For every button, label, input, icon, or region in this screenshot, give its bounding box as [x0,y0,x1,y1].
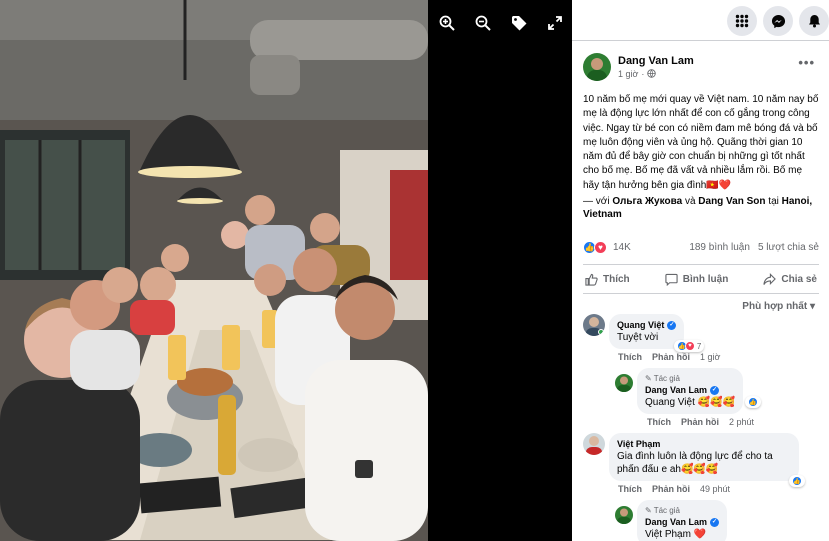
author-tag: Tác giả [653,374,680,384]
comment-reactions[interactable]: 👍 ♥ 7 [673,340,705,353]
post-text: 10 năm bố mẹ mới quay về Việt nam. 10 nă… [583,94,819,191]
shares-count[interactable]: 5 lượt chia sẻ [758,242,819,253]
reply-bubble: ✎ Tác giả Dang Van Lam ✓ Việt Phạm ❤️ [637,500,728,541]
fullscreen-icon[interactable] [544,12,566,34]
menu-grid-icon[interactable] [727,6,757,36]
reply-meta: Thích Phản hồi 2 phút [647,417,819,427]
comment-label: Bình luận [682,273,729,285]
author-reply-avatar[interactable] [615,506,633,525]
comment-icon [665,273,678,286]
with-and: và [684,196,696,208]
verified-icon: ✓ [667,320,677,330]
chevron-down-icon: ▾ [809,301,815,313]
post-header: Dang Van Lam 1 giờ · ••• [583,51,819,83]
comment-time[interactable]: 1 giờ [700,352,720,362]
love-reaction-icon: ♥ [684,341,695,352]
comment-meta: Thích Phản hồi 49 phút [618,484,819,494]
post-tagged: — với Ольга Жукова và Dang Van Son tại H… [583,195,819,221]
share-icon [763,272,777,285]
with-prefix: — với [583,196,610,208]
like-button[interactable]: Thích [585,273,630,286]
more-options-icon[interactable]: ••• [798,55,815,70]
group-dinner-photo [0,0,428,541]
verified-icon: ✓ [710,517,720,527]
comment-text: Tuyệt vời [617,332,659,344]
reply-text: Quang Việt 🥰🥰🥰 [645,397,735,409]
comment-like-button[interactable]: Thích [618,484,642,494]
post-actions: Thích Bình luận Chia sẻ [583,264,819,295]
verified-icon: ✓ [710,385,720,395]
sort-dropdown[interactable]: Phù hợp nhất ▾ [583,301,819,312]
comment-like-button[interactable]: Thích [618,352,642,362]
top-bar [572,0,829,40]
reply-time[interactable]: 2 phút [729,417,754,427]
zoom-out-icon[interactable] [472,12,494,34]
pencil-icon: ✎ [645,506,652,516]
author-name[interactable]: Dang Van Lam [618,55,694,68]
share-button[interactable]: Chia sẻ [763,272,817,286]
post-stats: 👍 ♥ 14K 189 bình luận 5 lượt chia sẻ [583,239,819,255]
sort-label: Phù hợp nhất [742,301,808,313]
with-at: tại [768,196,779,208]
tagged-person-2[interactable]: Dang Van Son [698,196,765,207]
comment-reactions[interactable]: 👍 [789,475,805,488]
comment-reply-button[interactable]: Phản hồi [652,484,690,494]
author-tag: Tác giả [653,506,680,516]
like-reaction-icon: 👍 [748,397,758,408]
reactions-summary[interactable]: 👍 ♥ 14K [583,240,631,254]
comments-count[interactable]: 189 bình luận [689,242,750,253]
commenter-name[interactable]: Quang Việt [617,319,664,331]
reply-like-button[interactable]: Thích [647,417,671,427]
tagged-person-1[interactable]: Ольга Жукова [612,196,682,207]
zoom-in-icon[interactable] [436,12,458,34]
reply-comment: ✎ Tác giả Dang Van Lam ✓ Việt Phạm ❤️ [615,500,819,541]
reply-author-name[interactable]: Dang Van Lam [645,516,707,528]
like-label: Thích [603,273,630,285]
share-label: Chia sẻ [781,273,817,285]
messenger-icon[interactable] [763,6,793,36]
photo-viewer [0,0,572,541]
globe-icon [647,69,657,78]
pencil-icon: ✎ [645,374,652,384]
thumbs-up-icon [585,273,598,286]
author-avatar[interactable] [583,53,611,81]
reply-bubble: ✎ Tác giả Dang Van Lam ✓ Quang Việt 🥰🥰🥰 … [637,368,761,415]
comment-bubble: Quang Việt ✓ Tuyệt vời 👍 ♥ 7 [609,314,705,353]
comment-reaction-count: 7 [696,341,702,351]
love-reaction-icon: ♥ [594,240,607,254]
comment-meta: Thích Phản hồi 1 giờ [618,352,819,362]
comment-time[interactable]: 49 phút [700,484,730,494]
tag-icon[interactable] [508,12,530,34]
comment-reply-button[interactable]: Phản hồi [652,352,690,362]
comment: Quang Việt ✓ Tuyệt vời 👍 ♥ 7 [583,314,819,353]
commenter-name[interactable]: Việt Phạm [617,438,660,450]
post: Dang Van Lam 1 giờ · ••• 10 năm bố mẹ mớ… [572,41,829,541]
comment-text: Gia đình luôn là động lực để cho ta phấn… [617,451,773,476]
post-panel: Dang Van Lam 1 giờ · ••• 10 năm bố mẹ mớ… [572,0,829,541]
commenter-avatar[interactable] [583,314,605,337]
reply-author-name[interactable]: Dang Van Lam [645,384,707,396]
post-time[interactable]: 1 giờ [618,68,638,80]
reactions-count[interactable]: 14K [613,242,631,253]
reply-reactions[interactable]: 👍 [745,396,761,409]
comment-button[interactable]: Bình luận [665,273,729,286]
reply-comment: ✎ Tác giả Dang Van Lam ✓ Quang Việt 🥰🥰🥰 … [615,368,819,415]
commenter-avatar[interactable] [583,433,605,456]
reply-reply-button[interactable]: Phản hồi [681,417,719,427]
like-reaction-icon: 👍 [792,476,802,487]
comment-bubble: Việt Phạm Gia đình luôn là động lực để c… [609,433,805,488]
notifications-icon[interactable] [799,6,829,36]
author-reply-avatar[interactable] [615,374,633,393]
comment: Việt Phạm Gia đình luôn là động lực để c… [583,433,819,488]
reply-text: Việt Phạm ❤️ [645,529,707,541]
